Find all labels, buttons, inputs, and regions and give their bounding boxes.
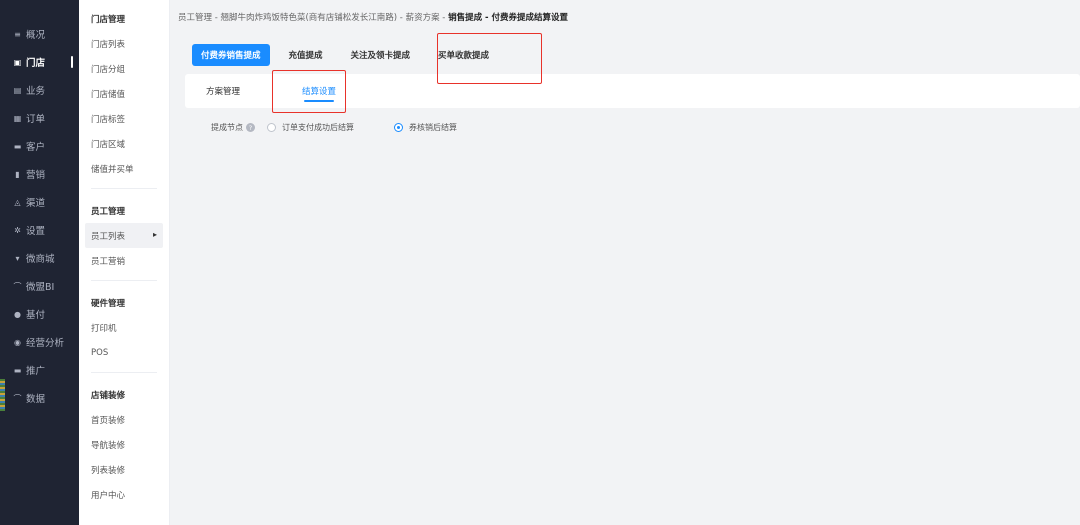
sub-menu: 门店管理 门店列表 门店分组 门店储值 门店标签 门店区域 储值并买单 员工管理… [79,0,170,525]
menu-lines-icon: ≡ [14,29,21,39]
nav-item-store[interactable]: ▣ 门店 [0,48,79,76]
submenu-item-printer[interactable]: 打印机 [91,315,157,340]
nav-label: 微商城 [26,254,55,265]
nav-label: 门店 [26,58,46,69]
submenu-item-store-list[interactable]: 门店列表 [91,31,157,56]
nav-item-business[interactable]: ▤ 业务 [0,76,79,104]
nav-label: 经营分析 [26,338,65,349]
nav-item-bi[interactable]: ⌒ 微盟BI [0,272,79,300]
nav-label: 概况 [26,30,46,41]
customer-card-icon: ▬ [13,141,22,151]
promote-icon: ▬ [13,365,22,375]
main-content: 员工管理 - 翘脚牛肉炸鸡饭特色菜(商有店铺松发长江南路) - 薪资方案 - 销… [171,0,1080,525]
nav-label: 数据 [26,394,46,405]
nav-item-orders[interactable]: ▦ 订单 [0,104,79,132]
tab-coupon-sales-commission[interactable]: 付费券销售提成 [192,44,270,66]
radio-unchecked-icon [267,123,276,132]
nav-label: 订单 [26,114,46,125]
breadcrumb-path: 员工管理 - 翘脚牛肉炸鸡饭特色菜(商有店铺松发长江南路) - 薪资方案 - [178,13,449,23]
nav-label: 微盟BI [26,282,55,293]
tab-checkout-commission[interactable]: 买单收款提成 [429,44,498,66]
main-nav: ≡ 概况 ▣ 门店 ▤ 业务 ▦ 订单 ▬ 客户 ▮ 营销 ◬ 渠道 ✲ 设置 ▾ 微商城 ⌒ 微盟… [0,0,79,525]
nav-item-marketing[interactable]: ▮ 营销 [0,160,79,188]
breadcrumb-current: 销售提成 - 付费券提成结算设置 [448,13,569,23]
nav-label: 推广 [26,366,46,377]
tab-plan-management[interactable]: 方案管理 [206,74,240,108]
analysis-icon: ◉ [14,337,21,347]
submenu-item-list-decor[interactable]: 列表装修 [91,457,157,482]
order-icon: ▦ [13,113,22,123]
gear-icon: ✲ [14,225,21,235]
nav-label: 基付 [26,310,46,321]
submenu-item-store-stored-value[interactable]: 门店储值 [91,81,157,106]
submenu-item-staff-marketing[interactable]: 员工营销 [91,248,157,273]
submenu-group-title: 店铺装修 [91,390,126,401]
secondary-tabs-card: 方案管理 结算设置 [185,74,1080,108]
nav-label: 客户 [26,142,46,153]
submenu-item-store-group[interactable]: 门店分组 [91,56,157,81]
nav-label: 业务 [26,86,46,97]
mall-icon: ▾ [15,253,20,263]
submenu-divider [91,280,157,281]
submenu-item-pos[interactable]: POS [91,340,157,365]
nav-item-settings[interactable]: ✲ 设置 [0,216,79,244]
data-chart-icon: ⌒ [13,393,22,403]
submenu-item-home-decor[interactable]: 首页装修 [91,407,157,432]
nav-item-promote[interactable]: ▬ 推广 [0,356,79,384]
submenu-divider [91,188,157,189]
nav-item-pay[interactable]: ● 基付 [0,300,79,328]
breadcrumb: 员工管理 - 翘脚牛肉炸鸡饭特色菜(商有店铺松发长江南路) - 薪资方案 - 销… [178,11,568,23]
radio-checked-icon [394,123,403,132]
radio-settle-after-payment[interactable]: 订单支付成功后结算 [267,122,354,133]
tab-follow-card-commission[interactable]: 关注及领卡提成 [342,44,420,66]
primary-tabs: 付费券销售提成 充值提成 关注及领卡提成 买单收款提成 [192,44,508,66]
tab-recharge-commission[interactable]: 充值提成 [280,44,332,66]
radio-label: 券核销后结算 [409,123,457,132]
pay-icon: ● [14,309,21,319]
submenu-item-user-center[interactable]: 用户中心 [91,482,157,507]
radio-label: 订单支付成功后结算 [282,123,354,132]
submenu-item-store-region[interactable]: 门店区域 [91,131,157,156]
submenu-divider [91,372,157,373]
commission-node-label: 提成节点 [211,123,243,132]
help-icon[interactable]: ? [246,123,255,132]
line-chart-icon: ⌒ [13,281,22,291]
submenu-item-store-tags[interactable]: 门店标签 [91,106,157,131]
commission-node-row: 提成节点 ? 订单支付成功后结算 券核销后结算 [211,122,457,133]
nav-item-analysis[interactable]: ◉ 经营分析 [0,328,79,356]
submenu-item-stored-value-pay[interactable]: 储值并买单 [91,156,157,181]
submenu-item-nav-decor[interactable]: 导航装修 [91,432,157,457]
nav-item-customers[interactable]: ▬ 客户 [0,132,79,160]
store-icon: ▣ [13,57,22,67]
nav-label: 设置 [26,226,46,237]
nav-item-data[interactable]: ⌒ 数据 [0,384,79,412]
channel-icon: ◬ [14,197,21,207]
nav-label: 渠道 [26,198,46,209]
tab-settlement-settings[interactable]: 结算设置 [302,74,336,108]
briefcase-icon: ▤ [13,85,22,95]
submenu-item-staff-list[interactable]: 员工列表 [85,223,163,248]
submenu-group-title: 硬件管理 [91,298,126,309]
nav-item-channels[interactable]: ◬ 渠道 [0,188,79,216]
nav-item-mall[interactable]: ▾ 微商城 [0,244,79,272]
nav-item-overview[interactable]: ≡ 概况 [0,20,79,48]
radio-settle-after-redemption[interactable]: 券核销后结算 [394,122,457,133]
submenu-group-title: 员工管理 [91,206,126,217]
nav-label: 营销 [26,170,46,181]
submenu-group-title: 门店管理 [91,14,126,25]
side-handle[interactable] [0,379,5,411]
bar-chart-icon: ▮ [15,169,20,179]
